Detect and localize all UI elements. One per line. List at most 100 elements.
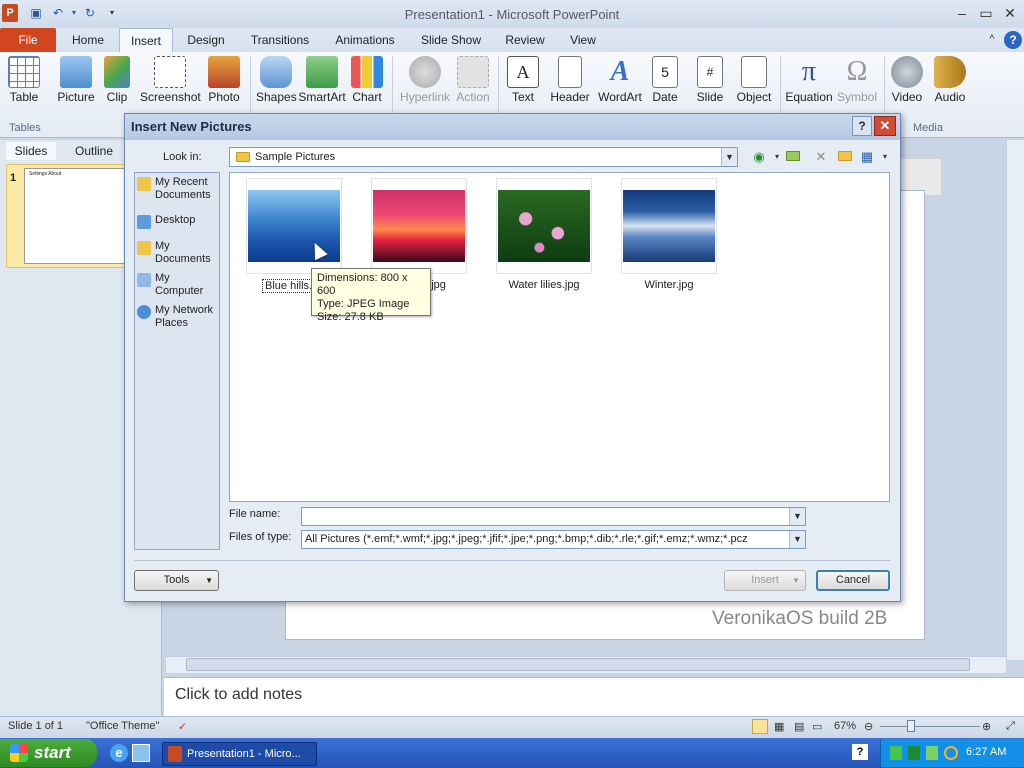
tray-icon-1[interactable] [890, 746, 902, 760]
file-tile-water-lilies[interactable] [496, 178, 592, 274]
tray-icon-3[interactable] [926, 746, 938, 760]
tab-review[interactable]: Review [500, 28, 550, 52]
file-tile-winter[interactable] [621, 178, 717, 274]
dialog-help-button[interactable]: ? [852, 116, 872, 136]
place-desktop[interactable]: Desktop [137, 214, 219, 229]
close-window-button[interactable]: ✕ [998, 4, 1022, 22]
back-icon[interactable]: ◉ [750, 148, 768, 166]
horizontal-scroll-thumb[interactable] [186, 658, 970, 671]
tab-design[interactable]: Design [180, 28, 232, 52]
video-button[interactable]: Video [888, 54, 926, 110]
place-my-network-places[interactable]: My Network Places [137, 304, 219, 330]
fit-to-window-icon[interactable]: ⤢ [1006, 720, 1015, 733]
wordart-button[interactable]: A WordArt [596, 54, 644, 110]
vertical-scrollbar[interactable] [1006, 140, 1024, 660]
zoom-level[interactable]: 67% [834, 720, 856, 732]
insert-button[interactable]: Insert ▼ [724, 570, 806, 591]
file-tile-sunset[interactable] [371, 178, 467, 274]
reading-view-icon[interactable]: ▤ [794, 720, 804, 733]
notes-placeholder[interactable]: Click to add notes [175, 686, 302, 704]
help-tray-icon[interactable]: ? [852, 744, 868, 760]
clip-art-button[interactable]: Clip [102, 54, 132, 110]
up-one-level-icon[interactable] [784, 148, 802, 166]
table-button[interactable]: Table [4, 54, 44, 110]
file-name-input[interactable] [301, 507, 806, 526]
zoom-slider-thumb[interactable] [907, 720, 915, 732]
slide-show-icon[interactable]: ▭ [812, 720, 822, 733]
audio-button[interactable]: Audio [930, 54, 970, 110]
views-icon[interactable]: ▦ [858, 148, 876, 166]
help-icon[interactable]: ? [1004, 31, 1022, 49]
maximize-button[interactable]: ▭ [974, 4, 998, 22]
tab-slides[interactable]: Slides [6, 142, 56, 160]
tab-outline[interactable]: Outline [62, 142, 126, 160]
photo-album-button[interactable]: Photo [204, 54, 244, 110]
computer-icon [137, 273, 151, 287]
cancel-button[interactable]: Cancel [816, 570, 890, 591]
text-box-button[interactable]: A Text [504, 54, 542, 110]
action-button[interactable]: Action [454, 54, 492, 110]
minimize-button[interactable]: – [950, 4, 974, 22]
calendar-icon: 5 [652, 56, 678, 88]
file-tile-blue-hills[interactable] [246, 178, 342, 274]
symbol-button[interactable]: Ω Symbol [836, 54, 878, 110]
tab-view[interactable]: View [562, 28, 604, 52]
tray-icon-2[interactable] [908, 746, 920, 760]
tab-animations[interactable]: Animations [328, 28, 402, 52]
chart-button[interactable]: Chart [348, 54, 386, 110]
group-label-tables: Tables [9, 122, 41, 134]
dialog-close-button[interactable]: ✕ [874, 116, 896, 136]
tab-slide-show[interactable]: Slide Show [414, 28, 488, 52]
place-my-recent-documents[interactable]: My Recent Documents [137, 176, 219, 202]
slide-number-icon: # [697, 56, 723, 88]
window-title: Presentation1 - Microsoft PowerPoint [404, 7, 620, 22]
zoom-in-icon[interactable]: ⊕ [982, 720, 991, 733]
files-of-type-dropdown-icon[interactable]: ▼ [789, 531, 805, 548]
file-name-dropdown-icon[interactable]: ▼ [789, 508, 805, 525]
shapes-button[interactable]: Shapes [256, 54, 297, 110]
date-time-button[interactable]: 5 Date [648, 54, 682, 110]
tab-insert[interactable]: Insert [119, 28, 173, 52]
hyperlink-button[interactable]: Hyperlink [398, 54, 452, 110]
zoom-out-icon[interactable]: ⊖ [864, 720, 873, 733]
files-of-type-label: Files of type: [229, 531, 292, 543]
chart-icon [351, 56, 383, 88]
file-name-water-lilies[interactable]: Water lilies.jpg [496, 279, 592, 291]
tab-file[interactable]: File [0, 28, 56, 52]
minimize-ribbon-icon[interactable]: ^ [982, 28, 1002, 52]
theme-status[interactable]: "Office Theme" [86, 720, 159, 732]
omega-icon: Ω [846, 56, 868, 87]
place-my-computer[interactable]: My Computer [137, 272, 219, 298]
tab-transitions[interactable]: Transitions [244, 28, 316, 52]
picture-button[interactable]: Picture [55, 54, 97, 110]
internet-explorer-icon[interactable]: e [110, 744, 128, 762]
hyperlink-icon [409, 56, 441, 88]
files-of-type-dropdown[interactable]: All Pictures (*.emf;*.wmf;*.jpg;*.jpeg;*… [301, 530, 806, 549]
chevron-down-icon[interactable]: ▼ [721, 148, 737, 166]
screenshot-button[interactable]: Screenshot [140, 54, 201, 110]
place-my-documents[interactable]: My Documents [137, 240, 219, 266]
equation-button[interactable]: π Equation [784, 54, 834, 110]
tab-home[interactable]: Home [64, 28, 112, 52]
show-desktop-icon[interactable] [132, 744, 150, 762]
tools-button[interactable]: Tools ▼ [134, 570, 219, 591]
file-name-winter[interactable]: Winter.jpg [621, 279, 717, 291]
action-icon [457, 56, 489, 88]
text-box-icon: A [507, 56, 539, 88]
spelling-check-icon[interactable]: ✓ [178, 720, 187, 733]
header-footer-button[interactable]: Header [546, 54, 594, 110]
views-dropdown-icon[interactable]: ▾ [876, 148, 894, 166]
taskbar-item-powerpoint[interactable]: Presentation1 - Micro... [162, 742, 317, 766]
new-folder-icon[interactable] [836, 148, 854, 166]
smartart-button[interactable]: SmartArt [298, 54, 346, 110]
insert-dropdown-icon: ▼ [792, 576, 800, 585]
search-tray-icon[interactable] [944, 746, 958, 760]
slide-number-button[interactable]: # Slide [690, 54, 730, 110]
zoom-slider-track[interactable] [880, 726, 980, 727]
object-button[interactable]: Object [734, 54, 774, 110]
my-documents-icon [137, 241, 151, 255]
photo-album-icon [208, 56, 240, 88]
delete-icon[interactable]: ✕ [812, 148, 830, 166]
normal-view-icon[interactable] [752, 719, 768, 734]
slide-sorter-icon[interactable]: ▦ [774, 720, 784, 733]
